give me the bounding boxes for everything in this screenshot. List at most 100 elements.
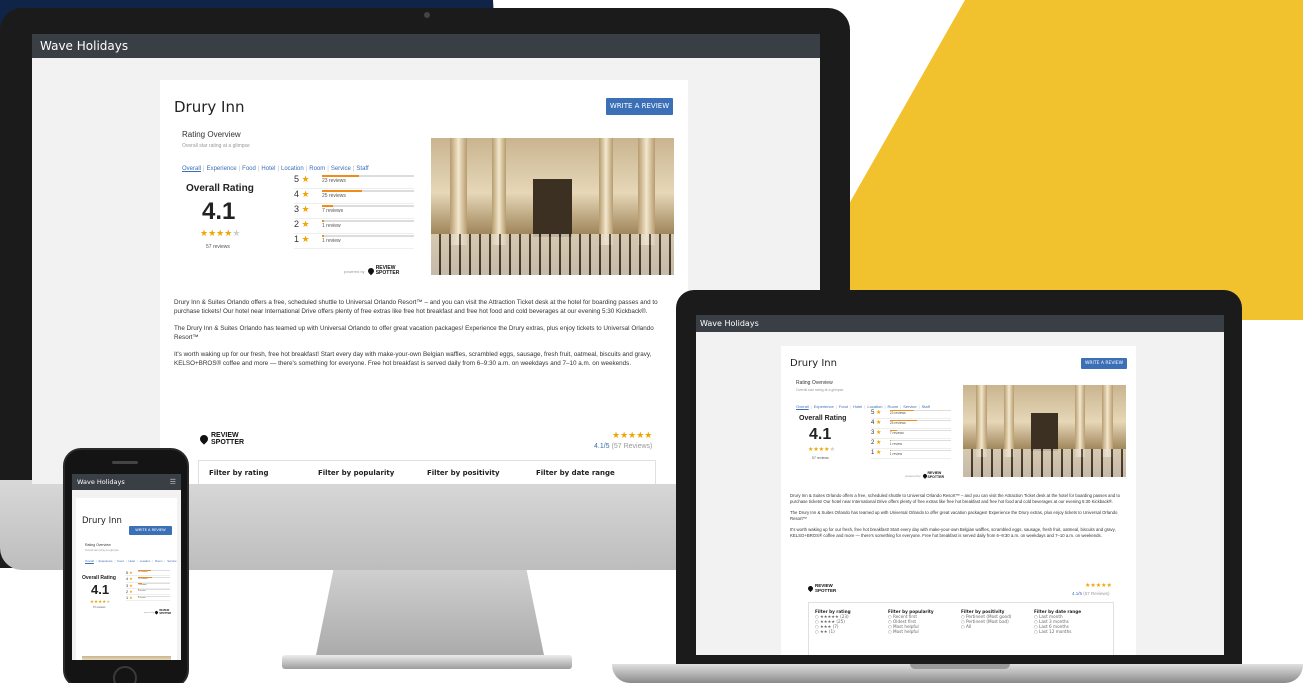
breakdown-row[interactable]: 4 ★ 25 reviews: [871, 419, 951, 430]
tab-service[interactable]: Service: [167, 559, 176, 563]
breakdown-bar-fill: [322, 190, 363, 192]
star-icon: ★: [301, 204, 310, 214]
app-title[interactable]: Wave Holidays: [40, 39, 128, 53]
tab-room[interactable]: Room: [155, 559, 162, 563]
brand-line1: REVIEW: [211, 432, 239, 439]
widget-score-row: 4.1/5 (57 Reviews): [1072, 591, 1110, 596]
filter-option[interactable]: ○ Most helpful: [888, 629, 961, 634]
overall-rating-label: Overall Rating: [82, 575, 116, 581]
star-icon: ★: [129, 571, 133, 575]
breakdown-row[interactable]: 1 ★ 1 review: [871, 449, 951, 460]
filter-option[interactable]: ○ ★★ (1): [815, 629, 888, 634]
breakdown-count: 25 reviews: [137, 577, 148, 580]
star-icon: ★: [301, 234, 310, 244]
tab-food[interactable]: Food: [839, 404, 848, 409]
filter-option[interactable]: ○ Last 12 months: [1034, 629, 1107, 634]
breakdown-count: 23 reviews: [889, 411, 906, 416]
tab-staff[interactable]: Staff: [356, 166, 368, 172]
filter-column: Filter by popularity: [318, 469, 427, 484]
breakdown-count: 1 review: [137, 590, 146, 593]
breakdown-star-label: 2 ★: [294, 219, 310, 229]
filter-column: Filter by positivity: [427, 469, 536, 484]
star-icon: ★: [301, 219, 310, 229]
breakdown-bar-col: 1 review: [889, 449, 951, 456]
tab-separator: |: [164, 559, 166, 563]
hotel-description: Drury Inn & Suites Orlando offers a free…: [174, 298, 676, 376]
hotel-name: Drury Inn: [82, 516, 122, 526]
tab-overall[interactable]: Overall: [796, 404, 809, 409]
breakdown-bar-col: 23 reviews: [137, 570, 170, 573]
tab-location[interactable]: Location: [281, 166, 304, 172]
flame-icon: [806, 584, 815, 593]
home-button[interactable]: [113, 666, 137, 683]
review-count: 57 reviews: [206, 244, 230, 250]
breakdown-row[interactable]: 4 ★ 25 reviews: [294, 189, 414, 204]
tab-experience[interactable]: Experience: [99, 559, 113, 563]
app-title[interactable]: Wave Holidays: [700, 319, 759, 328]
tab-food[interactable]: Food: [242, 166, 256, 172]
breakdown-row[interactable]: 2 ★ 1 review: [871, 439, 951, 450]
app-title[interactable]: Wave Holidays: [77, 478, 125, 486]
tab-separator: |: [277, 166, 279, 172]
write-review-button[interactable]: WRITE A REVIEW: [129, 526, 172, 535]
breakdown-row[interactable]: 1 ★ 1 review: [126, 595, 170, 602]
breakdown-count: 1 review: [889, 441, 903, 446]
powered-by-row: powered by REVIEW SPOTTER: [905, 471, 944, 479]
breakdown-row[interactable]: 5 ★ 23 reviews: [294, 174, 414, 189]
breakdown-bar: [322, 175, 414, 177]
star-icon: ★: [232, 228, 241, 238]
tab-room[interactable]: Room: [309, 166, 325, 172]
tab-separator: |: [810, 404, 812, 409]
hamburger-menu-icon[interactable]: ☰: [170, 478, 176, 486]
write-review-button[interactable]: WRITE A REVIEW: [606, 98, 673, 115]
hotel-description: Drury Inn & Suites Orlando offers a free…: [790, 493, 1128, 544]
tab-location[interactable]: Location: [140, 559, 151, 563]
breakdown-count: 25 reviews: [889, 421, 906, 426]
widget-reviews: (57 Reviews): [1083, 591, 1110, 596]
filter-column: Filter by date range: [536, 469, 645, 484]
write-review-button[interactable]: WRITE A REVIEW: [1081, 358, 1127, 369]
breakdown-star-label: 3 ★: [294, 204, 310, 214]
filter-heading: Filter by popularity: [318, 469, 395, 477]
breakdown-star-label: 5 ★: [294, 174, 310, 184]
breakdown-row[interactable]: 5 ★ 23 reviews: [871, 409, 951, 420]
breakdown-bar: [137, 589, 170, 590]
filter-table: Filter by rating ○ ★★★★★ (23) ○ ★★★★ (25) ○…: [808, 602, 1114, 655]
breakdown-row[interactable]: 2 ★ 1 review: [294, 219, 414, 234]
tab-separator: |: [835, 404, 837, 409]
breakdown-bar-fill: [137, 576, 152, 578]
breakdown-bar-col: 7 reviews: [137, 583, 170, 587]
camera-icon: [424, 12, 430, 18]
widget-stars: ★★★★★: [612, 430, 653, 440]
filter-option[interactable]: ○ All: [961, 624, 1034, 629]
tab-separator: |: [305, 166, 308, 172]
tab-hotel[interactable]: Hotel: [853, 404, 862, 409]
overall-score: 4.1: [202, 198, 236, 225]
review-spotter-logo: REVIEW SPOTTER: [366, 266, 399, 276]
breakdown-bar-col: 25 reviews: [137, 576, 170, 580]
tab-hotel[interactable]: Hotel: [128, 559, 135, 563]
tab-experience[interactable]: Experience: [814, 404, 834, 409]
tab-food[interactable]: Food: [117, 559, 123, 563]
tab-overall[interactable]: Overall: [182, 166, 201, 172]
brand-line2: SPOTTER: [815, 587, 837, 593]
breakdown-bar: [889, 409, 951, 411]
powered-by-row: powered by REVIEW SPOTTER: [144, 609, 171, 615]
breakdown-bar: [322, 190, 414, 192]
breakdown-count: 7 reviews: [889, 431, 904, 436]
flame-icon: [198, 433, 210, 445]
breakdown-row[interactable]: 3 ★ 7 reviews: [871, 429, 951, 440]
overall-rating-label: Overall Rating: [186, 183, 254, 194]
breakdown-bar-col: 1 review: [137, 589, 170, 593]
tab-service[interactable]: Service: [331, 166, 351, 172]
breakdown-bar: [889, 439, 951, 441]
breakdown-row[interactable]: 1 ★ 1 review: [294, 234, 414, 249]
breakdown-bar-fill: [889, 449, 891, 451]
tab-overall[interactable]: Overall: [85, 559, 94, 563]
breakdown-row[interactable]: 3 ★ 7 reviews: [294, 204, 414, 219]
tab-experience[interactable]: Experience: [207, 166, 237, 172]
laptop-screen: Wave Holidays Drury Inn WRITE A REVIEW R…: [696, 315, 1224, 655]
tab-hotel[interactable]: Hotel: [261, 166, 275, 172]
breakdown-bar-fill: [322, 175, 359, 177]
breakdown-count: 7 reviews: [137, 584, 147, 587]
